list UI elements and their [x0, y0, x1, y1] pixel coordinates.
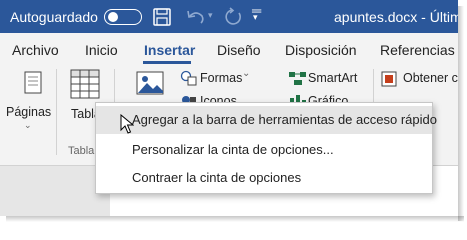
formas-label[interactable]: Formas: [200, 71, 242, 85]
formas-dropdown-icon[interactable]: ⌄: [242, 68, 250, 79]
window-shadow-right: [458, 6, 464, 221]
word-window: Autoguardado ▾ ═ ▾ apuntes.docx - Últim a…: [0, 0, 458, 216]
addins-icon[interactable]: [381, 71, 397, 87]
tab-disposicion[interactable]: Disposición: [285, 42, 357, 58]
tab-inicio[interactable]: Inicio: [85, 42, 118, 58]
page-icon[interactable]: [20, 71, 46, 95]
autosave-label: Autoguardado: [10, 9, 98, 25]
mouse-cursor-icon: [120, 114, 134, 134]
paginas-dropdown-icon[interactable]: ⌄: [24, 120, 32, 131]
window-shadow-bottom: [6, 216, 464, 222]
autosave-toggle[interactable]: [104, 9, 142, 25]
document-title: apuntes.docx - Última mod: [334, 9, 458, 25]
menu-item-customize-ribbon[interactable]: Personalizar la cinta de opciones...: [96, 136, 432, 164]
paginas-label[interactable]: Páginas: [6, 105, 51, 119]
menu-item-collapse-ribbon[interactable]: Contraer la cinta de opciones: [96, 164, 432, 192]
table-icon[interactable]: [70, 69, 100, 99]
image-icon[interactable]: [136, 71, 164, 97]
tab-archivo[interactable]: Archivo: [12, 42, 59, 58]
undo-dropdown-icon[interactable]: ▾: [208, 10, 213, 21]
undo-icon[interactable]: [185, 7, 207, 27]
ribbon-tabs: Archivo Inicio Insertar Diseño Disposici…: [0, 33, 458, 65]
obtener-label[interactable]: Obtener c: [403, 71, 458, 85]
smartart-label[interactable]: SmartArt: [308, 71, 357, 85]
menu-item-label: Contraer la cinta de opciones: [132, 170, 302, 185]
title-bar: Autoguardado ▾ ═ ▾ apuntes.docx - Última…: [0, 0, 458, 33]
tab-referencias[interactable]: Referencias: [380, 42, 455, 58]
active-tab-indicator: [143, 61, 191, 64]
redo-icon[interactable]: [224, 7, 244, 27]
customize-qat-arrow-icon[interactable]: ▾: [253, 12, 258, 23]
menu-item-label: Personalizar la cinta de opciones...: [132, 142, 334, 157]
shapes-icon[interactable]: [180, 70, 198, 86]
group-separator: [56, 69, 57, 155]
menu-item-label: Agregar a la barra de herramientas de ac…: [132, 112, 437, 127]
save-icon[interactable]: [152, 7, 172, 27]
smartart-icon[interactable]: [288, 70, 308, 86]
context-menu: Agregar a la barra de herramientas de ac…: [95, 102, 437, 194]
tab-insertar[interactable]: Insertar: [144, 42, 195, 58]
tab-diseno[interactable]: Diseño: [217, 42, 261, 58]
menu-item-add-to-qat[interactable]: Agregar a la barra de herramientas de ac…: [96, 106, 437, 134]
tablas-group-label: Tabla: [68, 145, 95, 157]
toggle-knob: [108, 12, 118, 22]
